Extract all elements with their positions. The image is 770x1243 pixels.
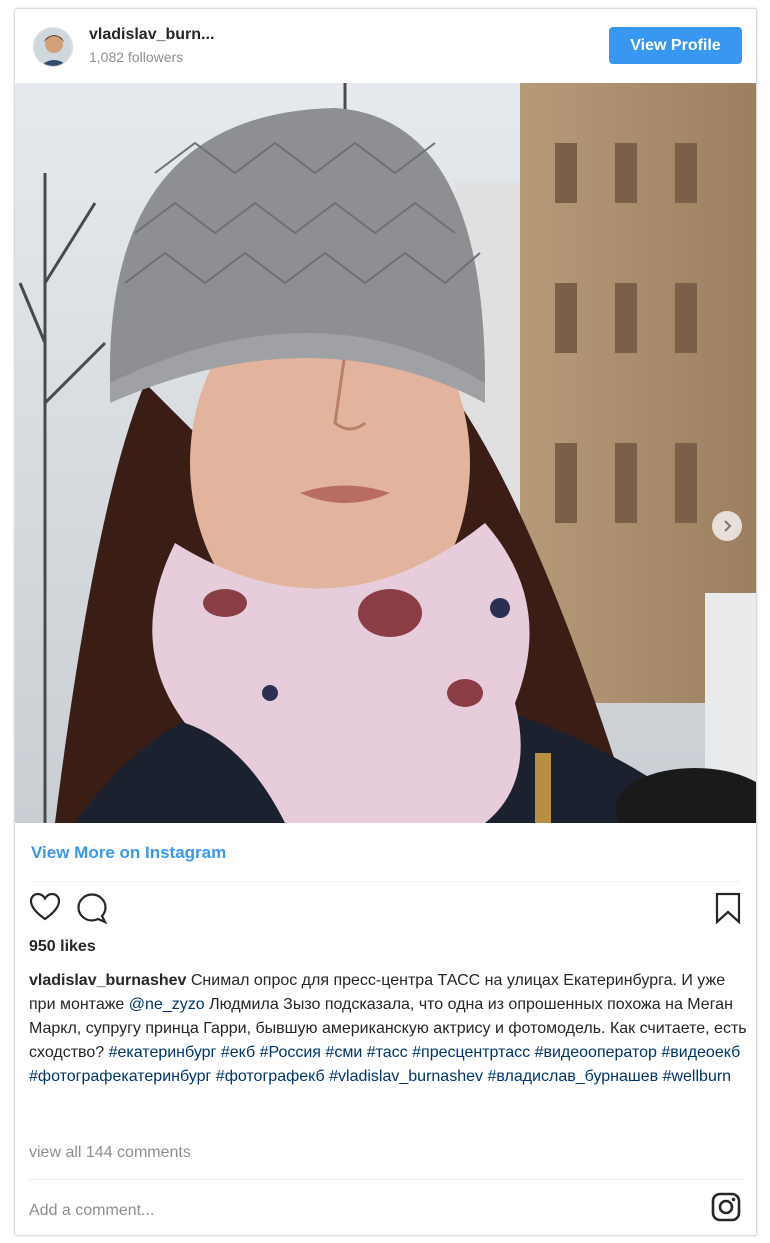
hashtag[interactable]: #екатеринбург (109, 1044, 217, 1061)
chevron-right-icon (724, 520, 732, 532)
hashtag[interactable]: #екб (221, 1044, 255, 1061)
divider (29, 1179, 742, 1180)
hashtag[interactable]: #Россия (260, 1044, 321, 1061)
hashtag[interactable]: #пресцентртасс (412, 1044, 530, 1061)
hashtag[interactable]: #тасс (367, 1044, 408, 1061)
hashtag[interactable]: #фотографекб (216, 1068, 325, 1085)
instagram-icon[interactable] (711, 1192, 741, 1227)
post-caption: vladislav_burnashev Снимал опрос для пре… (29, 969, 747, 1089)
follower-count: 1,082 followers (89, 49, 184, 65)
hashtag[interactable]: #vladislav_burnashev (329, 1068, 483, 1085)
post-header: vladislav_burn... 1,082 followers View P… (15, 9, 756, 83)
bookmark-icon[interactable] (714, 892, 742, 929)
caption-mention[interactable]: @ne_zyzo (129, 996, 205, 1013)
view-all-comments-link[interactable]: view all 144 comments (29, 1144, 191, 1162)
profile-username[interactable]: vladislav_burn... (89, 26, 214, 44)
hashtag[interactable]: #владислав_бурнашев (487, 1068, 658, 1085)
view-more-link[interactable]: View More on Instagram (31, 843, 226, 863)
add-comment-input[interactable] (29, 1199, 629, 1223)
comment-icon[interactable] (76, 892, 108, 929)
hashtag[interactable]: #wellburn (663, 1068, 731, 1085)
heart-icon[interactable] (29, 892, 61, 927)
divider (31, 881, 740, 882)
hashtag[interactable]: #видеооператор (535, 1044, 657, 1061)
hashtag[interactable]: #видеоекб (661, 1044, 740, 1061)
avatar[interactable] (33, 27, 73, 67)
instagram-embed-card: vladislav_burn... 1,082 followers View P… (14, 8, 757, 1236)
like-count: 950 likes (29, 938, 96, 955)
hashtag[interactable]: #фотографекатеринбург (29, 1068, 211, 1085)
caption-username[interactable]: vladislav_burnashev (29, 972, 186, 989)
post-photo[interactable] (15, 83, 756, 823)
view-profile-button[interactable]: View Profile (609, 27, 742, 64)
hashtag[interactable]: #сми (325, 1044, 362, 1061)
carousel-next-button[interactable] (712, 511, 742, 541)
